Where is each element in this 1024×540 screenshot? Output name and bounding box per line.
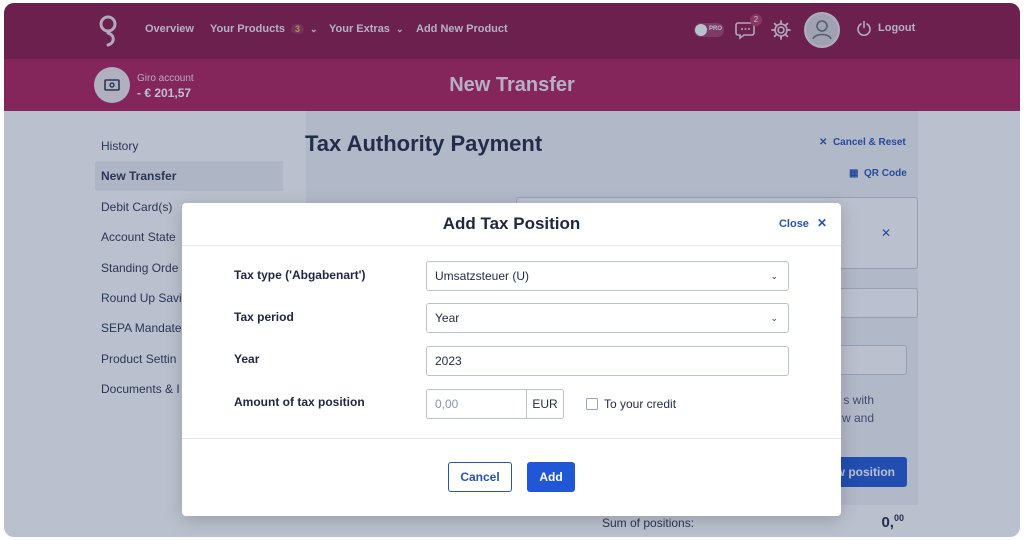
cancel-button[interactable]: Cancel: [448, 462, 512, 492]
currency-label: EUR: [526, 389, 564, 419]
tax-period-label: Tax period: [234, 310, 294, 324]
tax-type-label: Tax type ('Abgabenart'): [234, 268, 366, 282]
year-input[interactable]: [426, 346, 789, 376]
close-icon: ✕: [816, 216, 827, 230]
amount-label: Amount of tax position: [234, 395, 365, 409]
checkbox-box: [586, 397, 598, 410]
to-your-credit-checkbox[interactable]: To your credit: [586, 396, 676, 411]
dialog-title: Add Tax Position: [442, 214, 581, 233]
dialog-close-button[interactable]: Close ✕: [779, 216, 827, 230]
dialog-divider: [182, 438, 841, 439]
chevron-down-icon: ⌄: [770, 271, 778, 281]
app-window: Overview Your Products 3 ⌄ Your Extras ⌄ Ad…: [4, 3, 1020, 537]
add-button[interactable]: Add: [527, 462, 575, 492]
dialog-header: Add Tax Position Close ✕: [182, 203, 841, 246]
tax-period-select[interactable]: Year ⌄: [426, 303, 789, 333]
tax-type-select[interactable]: Umsatzsteuer (U) ⌄: [426, 261, 789, 291]
amount-input[interactable]: [426, 389, 527, 419]
year-label: Year: [234, 352, 260, 366]
add-tax-position-dialog: Add Tax Position Close ✕ Tax type ('Abgab…: [182, 203, 841, 516]
chevron-down-icon: ⌄: [770, 313, 778, 323]
